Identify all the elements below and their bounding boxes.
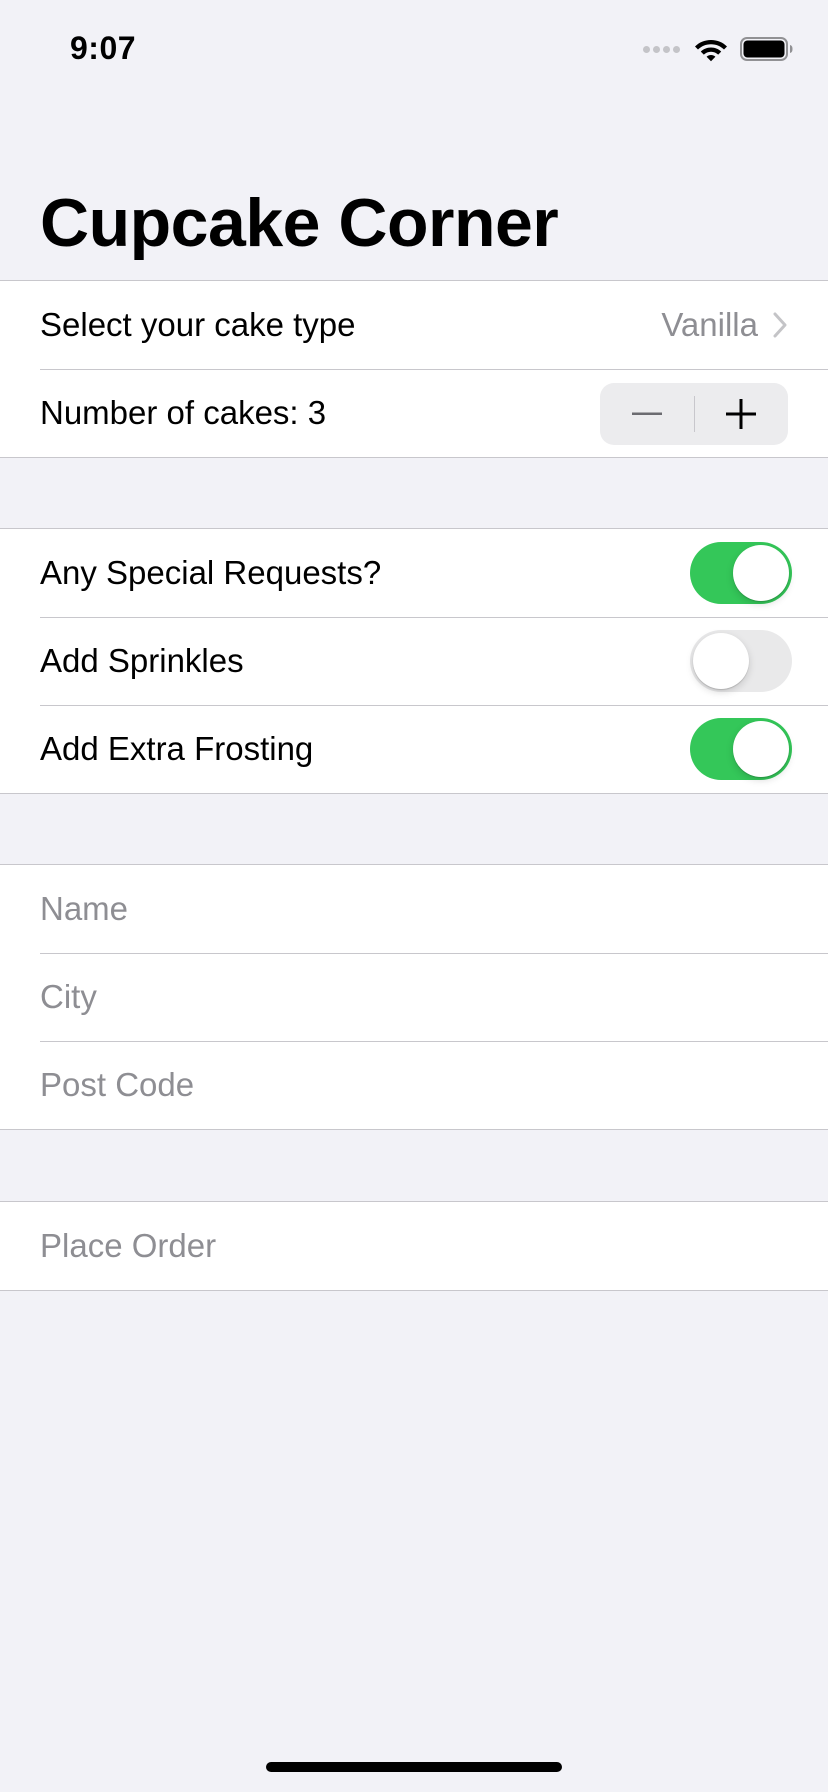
minus-icon	[631, 412, 662, 415]
battery-icon	[740, 37, 793, 61]
status-time: 9:07	[70, 30, 137, 66]
extra-frosting-toggle[interactable]	[690, 718, 792, 780]
sprinkles-row: Add Sprinkles	[0, 617, 828, 705]
home-indicator[interactable]	[266, 1762, 562, 1772]
signal-dots-icon	[643, 45, 680, 53]
plus-icon	[726, 399, 757, 429]
city-placeholder: City	[40, 978, 97, 1015]
special-requests-row: Any Special Requests?	[0, 529, 828, 617]
quantity-stepper	[600, 383, 788, 445]
quantity-label: Number of cakes: 3	[40, 394, 327, 431]
sprinkles-label: Add Sprinkles	[40, 642, 244, 679]
cake-type-label: Select your cake type	[40, 306, 356, 343]
options-section: Any Special Requests? Add Sprinkles Add …	[0, 528, 828, 794]
address-section: Name City Post Code	[0, 864, 828, 1130]
cake-type-value-group: Vanilla	[661, 281, 788, 369]
wifi-icon	[695, 40, 727, 62]
page-title: Cupcake Corner	[40, 185, 559, 261]
order-section: Select your cake type Vanilla Number of …	[0, 280, 828, 458]
post-code-field[interactable]: Post Code	[0, 1041, 828, 1129]
place-order-button[interactable]: Place Order	[0, 1202, 828, 1290]
special-requests-toggle[interactable]	[690, 542, 792, 604]
chevron-right-icon	[773, 312, 787, 338]
toggle-knob	[733, 721, 789, 777]
status-icons	[643, 36, 794, 62]
name-field[interactable]: Name	[0, 865, 828, 953]
cake-type-value: Vanilla	[661, 306, 758, 343]
post-code-placeholder: Post Code	[40, 1066, 195, 1103]
name-placeholder: Name	[40, 890, 129, 927]
extra-frosting-row: Add Extra Frosting	[0, 705, 828, 793]
cake-type-picker-row[interactable]: Select your cake type Vanilla	[0, 281, 828, 369]
toggle-knob	[733, 545, 789, 601]
city-field[interactable]: City	[0, 953, 828, 1041]
status-bar: 9:07	[0, 0, 828, 100]
special-requests-label: Any Special Requests?	[40, 554, 382, 591]
sprinkles-toggle[interactable]	[690, 630, 792, 692]
toggle-knob	[693, 633, 749, 689]
stepper-decrement-button[interactable]	[600, 383, 694, 445]
extra-frosting-label: Add Extra Frosting	[40, 730, 314, 767]
place-order-label: Place Order	[40, 1227, 217, 1264]
stepper-increment-button[interactable]	[695, 383, 789, 445]
checkout-section: Place Order	[0, 1201, 828, 1291]
quantity-row: Number of cakes: 3	[0, 369, 828, 457]
